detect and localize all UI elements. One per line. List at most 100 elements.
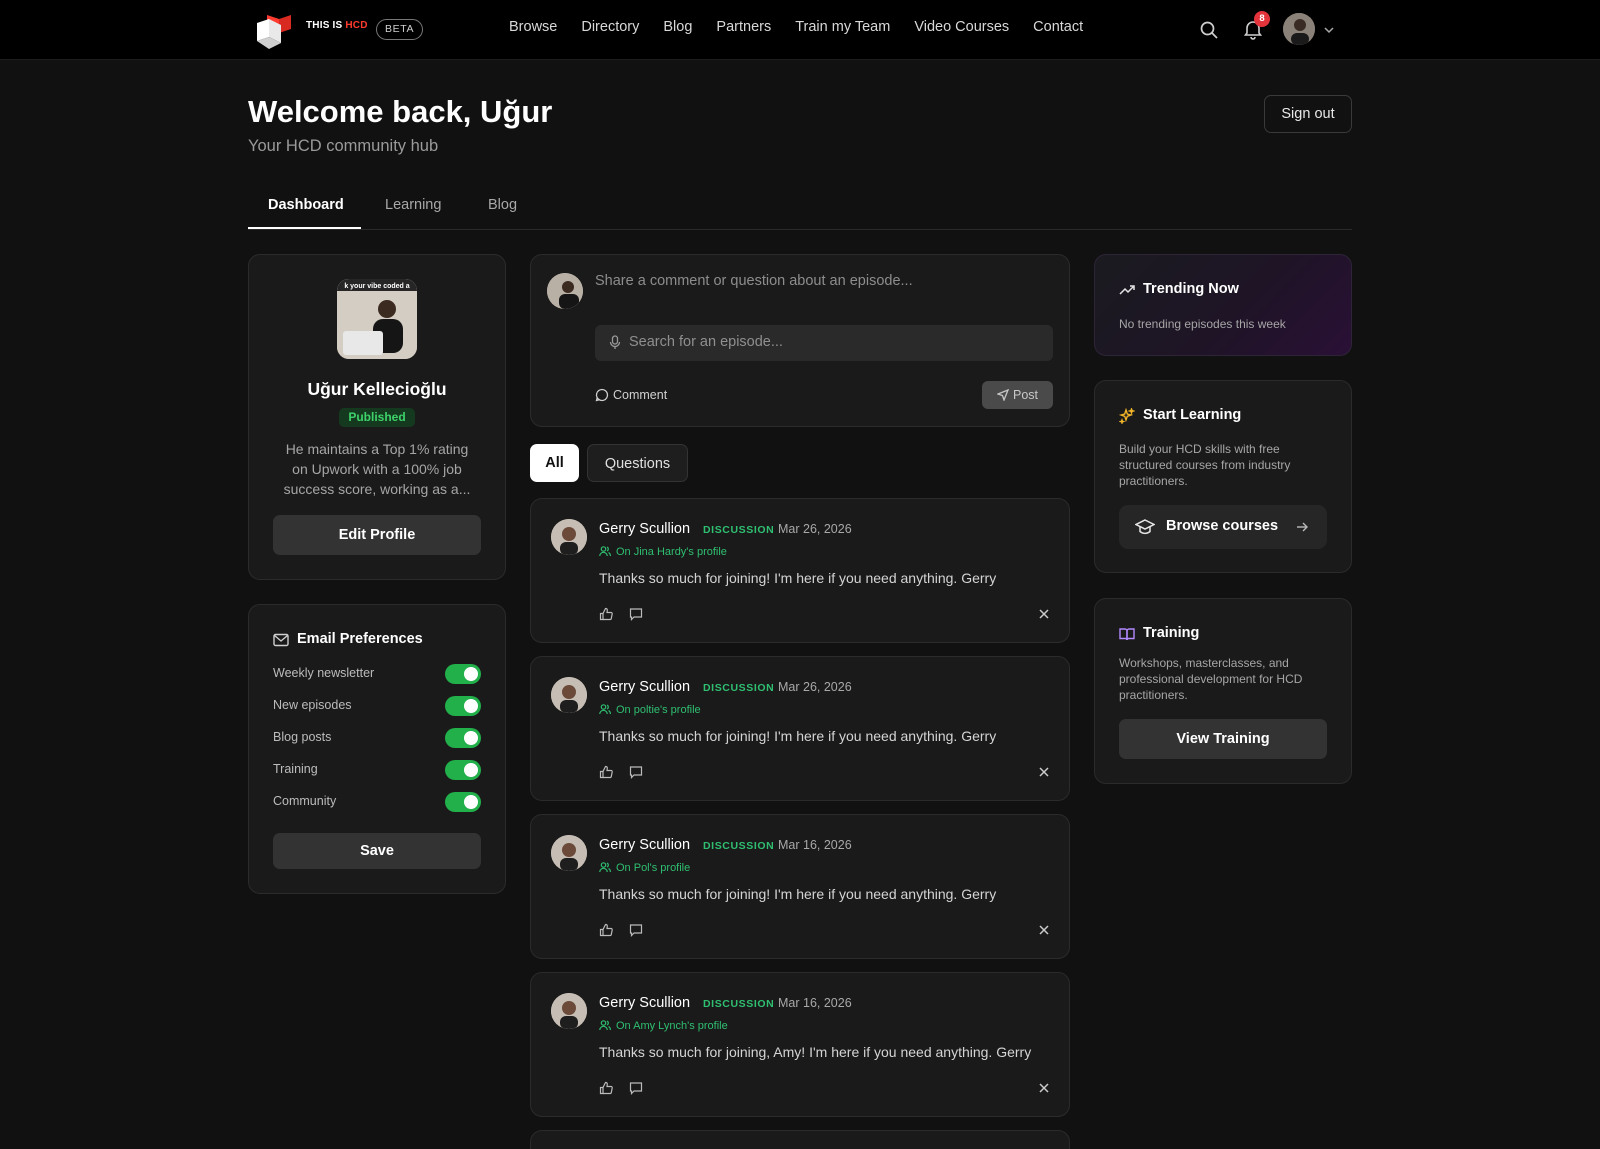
nav-directory[interactable]: Directory — [581, 19, 639, 35]
composer-avatar — [547, 273, 583, 309]
post-body: Thanks so much for joining! I'm here if … — [599, 886, 997, 902]
sign-out-button[interactable]: Sign out — [1264, 95, 1352, 133]
avatar-photo-icon — [547, 273, 583, 309]
post-card: Gerry Scullion DISCUSSION Mar 26, 2026 O… — [530, 498, 1070, 643]
users-icon — [599, 704, 611, 715]
users-icon — [599, 1020, 611, 1031]
nav-train-my-team[interactable]: Train my Team — [795, 19, 890, 35]
reply-icon[interactable] — [629, 1081, 643, 1095]
brand-logo-icon[interactable] — [255, 11, 301, 51]
close-icon[interactable] — [1037, 765, 1051, 779]
post-author[interactable]: Gerry Scullion — [599, 995, 690, 1011]
profile-photo: k your vibe coded a — [337, 279, 417, 359]
microphone-icon — [609, 335, 621, 349]
tab-learning[interactable]: Learning — [385, 197, 441, 213]
post-label: Post — [1012, 388, 1038, 402]
post-author[interactable]: Gerry Scullion — [599, 837, 690, 853]
pref-label: Weekly newsletter — [273, 666, 375, 680]
post-context[interactable]: On Pol's profile — [599, 861, 690, 874]
brand-wordmark[interactable]: THIS IS HCD — [306, 20, 368, 31]
nav-blog[interactable]: Blog — [663, 19, 692, 35]
community-toggle[interactable] — [445, 792, 481, 812]
filter-questions[interactable]: Questions — [587, 444, 688, 482]
post-context-label: On Pol's profile — [616, 862, 691, 874]
author-avatar[interactable] — [551, 993, 587, 1029]
brand-accent: HCD — [345, 20, 368, 31]
post-button[interactable]: Post — [982, 381, 1053, 409]
comment-composer: Share a comment or question about an epi… — [530, 254, 1070, 427]
post-context[interactable]: On Jina Hardy's profile — [599, 545, 727, 558]
users-icon — [599, 546, 611, 557]
trending-card: Trending Now No trending episodes this w… — [1094, 254, 1352, 356]
trending-title: Trending Now — [1143, 281, 1239, 297]
post-date: Mar 26, 2026 — [778, 522, 852, 536]
arrow-right-icon — [1297, 522, 1308, 532]
post-context[interactable]: On poltie's profile — [599, 703, 701, 716]
user-avatar[interactable] — [1283, 13, 1315, 45]
pref-label: Training — [273, 762, 318, 776]
pref-weekly-newsletter: Weekly newsletter — [273, 663, 481, 685]
like-icon[interactable] — [599, 1081, 613, 1095]
pref-training: Training — [273, 759, 481, 781]
training-toggle[interactable] — [445, 760, 481, 780]
post-body: Thanks so much for joining! I'm here if … — [599, 570, 997, 586]
weekly-newsletter-toggle[interactable] — [445, 664, 481, 684]
tab-dashboard[interactable]: Dashboard — [268, 197, 344, 213]
training-card: Training Workshops, masterclasses, and p… — [1094, 598, 1352, 784]
post-tag: DISCUSSION — [703, 524, 775, 536]
chevron-down-icon[interactable] — [1323, 24, 1335, 36]
save-button[interactable]: Save — [273, 833, 481, 869]
pref-label: New episodes — [273, 698, 352, 712]
like-icon[interactable] — [599, 923, 613, 937]
author-avatar[interactable] — [551, 835, 587, 871]
sparkles-icon — [1119, 408, 1135, 424]
browse-courses-button[interactable]: Browse courses — [1119, 505, 1327, 549]
edit-profile-button[interactable]: Edit Profile — [273, 515, 481, 555]
post-date: Mar 16, 2026 — [778, 996, 852, 1010]
post-author[interactable]: Gerry Scullion — [599, 521, 690, 537]
status-badge: Published — [339, 408, 415, 427]
tab-blog[interactable]: Blog — [488, 197, 517, 213]
nav-video-courses[interactable]: Video Courses — [914, 19, 1009, 35]
new-episodes-toggle[interactable] — [445, 696, 481, 716]
close-icon[interactable] — [1037, 1081, 1051, 1095]
like-icon[interactable] — [599, 765, 613, 779]
author-avatar[interactable] — [551, 677, 587, 713]
episode-search-placeholder: Search for an episode... — [629, 334, 783, 350]
view-training-button[interactable]: View Training — [1119, 719, 1327, 759]
avatar-photo-icon — [551, 835, 587, 871]
post-card: Gerry Scullion DISCUSSION Mar 16, 2026 O… — [530, 814, 1070, 959]
pref-community: Community — [273, 791, 481, 813]
reply-icon[interactable] — [629, 765, 643, 779]
reply-icon[interactable] — [629, 607, 643, 621]
profile-bio: He maintains a Top 1% rating on Upwork w… — [283, 441, 471, 497]
pref-label: Community — [273, 794, 337, 808]
send-icon — [996, 388, 1010, 402]
reply-icon[interactable] — [629, 923, 643, 937]
nav-partners[interactable]: Partners — [716, 19, 771, 35]
training-text: Workshops, masterclasses, and profession… — [1119, 656, 1303, 702]
trending-empty-text: No trending episodes this week — [1119, 317, 1286, 331]
post-author[interactable]: Gerry Scullion — [599, 679, 690, 695]
blog-posts-toggle[interactable] — [445, 728, 481, 748]
like-icon[interactable] — [599, 607, 613, 621]
close-icon[interactable] — [1037, 923, 1051, 937]
users-icon — [599, 862, 611, 873]
episode-search-input[interactable]: Search for an episode... — [595, 325, 1053, 361]
comment-type-button[interactable]: Comment — [595, 388, 667, 402]
search-icon[interactable] — [1199, 20, 1219, 40]
post-card — [530, 1130, 1070, 1149]
comment-input[interactable]: Share a comment or question about an epi… — [595, 273, 913, 289]
filter-all[interactable]: All — [530, 444, 579, 482]
nav-contact[interactable]: Contact — [1033, 19, 1083, 35]
nav-browse[interactable]: Browse — [509, 19, 557, 35]
start-learning-title: Start Learning — [1143, 407, 1242, 423]
pref-new-episodes: New episodes — [273, 695, 481, 717]
post-context-label: On Amy Lynch's profile — [616, 1020, 728, 1032]
post-context[interactable]: On Amy Lynch's profile — [599, 1019, 728, 1032]
author-avatar[interactable] — [551, 519, 587, 555]
close-icon[interactable] — [1037, 607, 1051, 621]
tab-bar: Dashboard Learning Blog — [248, 186, 1352, 230]
page-title: Welcome back, Uğur — [248, 94, 553, 129]
mail-icon — [273, 633, 289, 647]
